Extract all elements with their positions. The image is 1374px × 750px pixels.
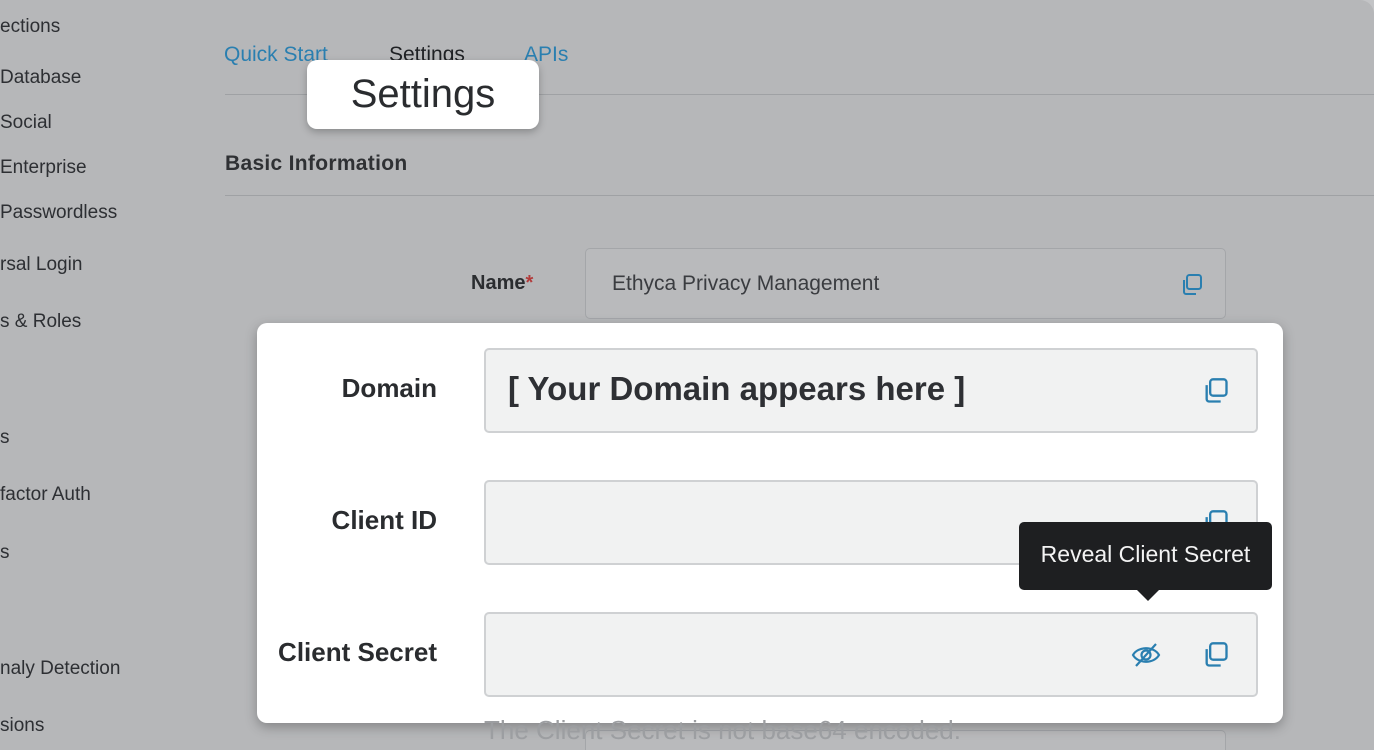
domain-input[interactable]: [ Your Domain appears here ] (484, 348, 1258, 433)
domain-value: [ Your Domain appears here ] (508, 370, 966, 407)
reveal-secret-tooltip: Reveal Client Secret (1019, 522, 1272, 601)
copy-icon[interactable] (1180, 273, 1204, 297)
sidebar-item[interactable]: Database (0, 68, 81, 87)
callout-text: Settings (350, 72, 496, 116)
name-label-text: Name (471, 272, 526, 294)
client-secret-label: Client Secret (278, 637, 437, 667)
sidebar-item[interactable]: s (0, 428, 10, 447)
name-input[interactable]: Ethyca Privacy Management (585, 248, 1226, 319)
sidebar-item[interactable]: s (0, 543, 10, 562)
client-secret-input[interactable] (484, 612, 1258, 697)
required-mark: * (525, 272, 534, 294)
client-secret-hint: The Client Secret is not base64 encoded. (484, 715, 961, 745)
sidebar-item[interactable]: rsal Login (0, 255, 82, 274)
copy-icon[interactable] (1202, 641, 1230, 669)
sidebar-item[interactable]: sions (0, 716, 44, 735)
section-divider (225, 195, 1374, 196)
sidebar-item[interactable]: s & Roles (0, 312, 81, 331)
client-id-label: Client ID (331, 505, 437, 535)
sidebar-item[interactable]: naly Detection (0, 659, 120, 678)
name-label: Name* (471, 273, 533, 293)
sidebar-item[interactable]: factor Auth (0, 485, 91, 504)
settings-callout: Settings (307, 60, 539, 129)
tooltip-arrow (1136, 589, 1160, 601)
domain-label: Domain (341, 373, 437, 403)
copy-icon[interactable] (1202, 377, 1230, 405)
eye-slash-icon[interactable] (1130, 640, 1162, 670)
sidebar-item[interactable]: Social (0, 113, 52, 132)
name-input-value: Ethyca Privacy Management (612, 272, 880, 295)
tooltip-text: Reveal Client Secret (1040, 541, 1251, 567)
sidebar-item[interactable]: ections (0, 17, 60, 36)
sidebar-item[interactable]: Enterprise (0, 158, 87, 177)
section-title: Basic Information (225, 152, 408, 175)
sidebar-item[interactable]: Passwordless (0, 203, 117, 222)
